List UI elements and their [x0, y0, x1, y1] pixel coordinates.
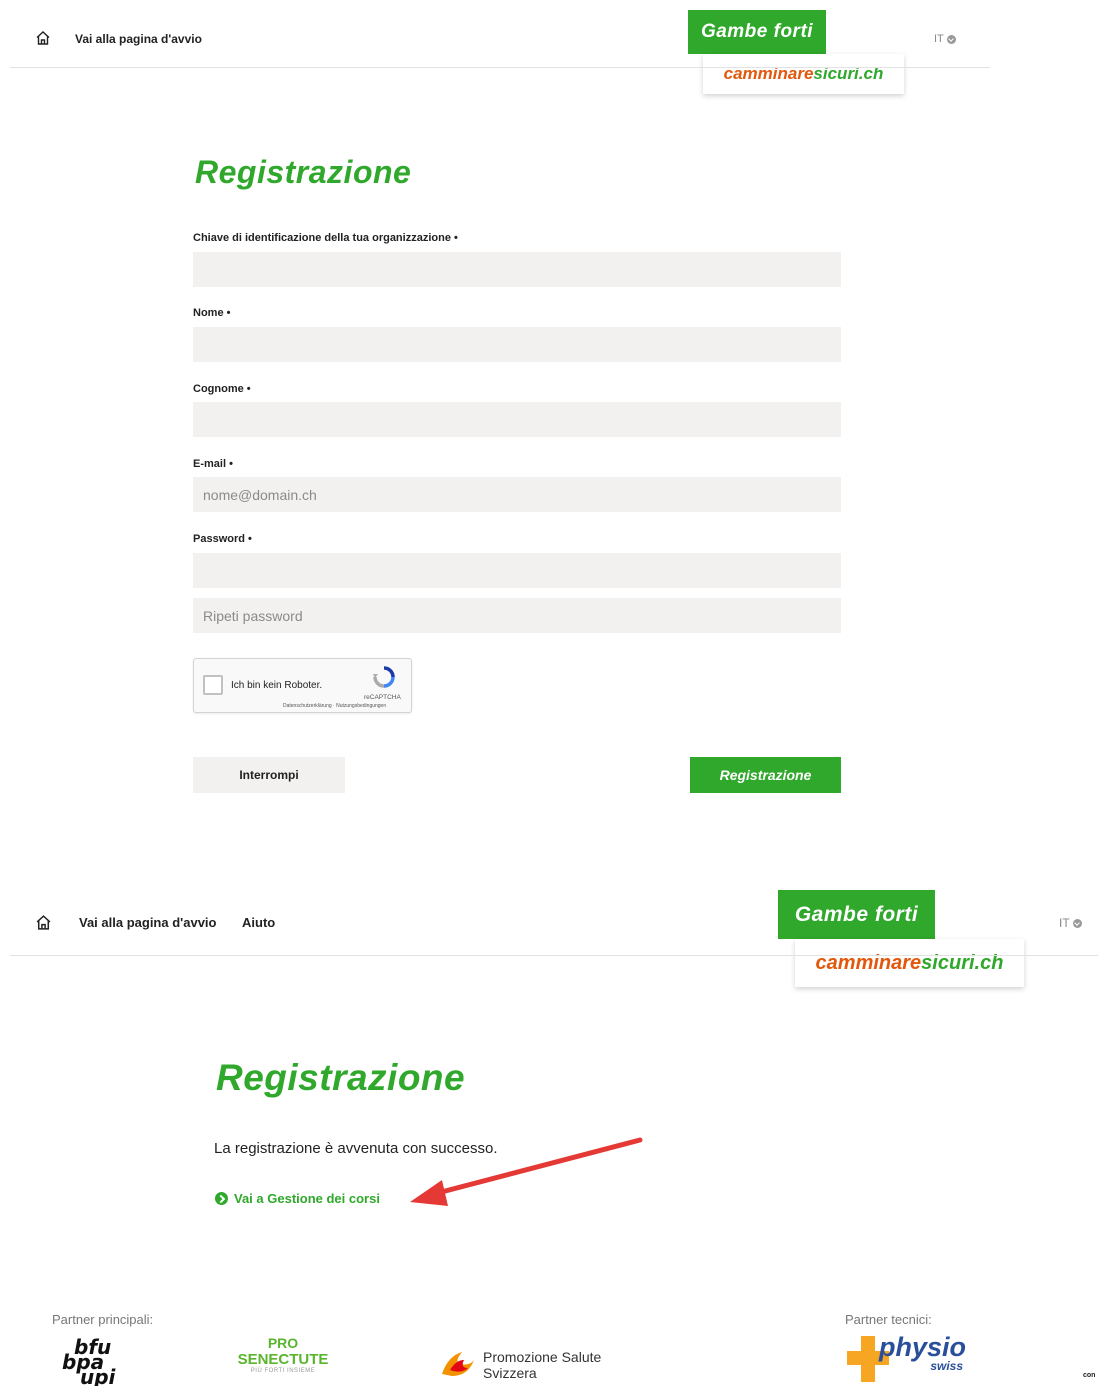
pro-senectute-line-2: SENECTUTE [237, 1351, 329, 1368]
annotation-arrow [410, 1137, 643, 1206]
promotion-logo-icon [440, 1348, 476, 1380]
pro-senectute-line-1: PRO [267, 1335, 299, 1351]
recaptcha-checkbox[interactable] [203, 675, 223, 695]
home-icon[interactable] [35, 914, 52, 931]
org-key-input[interactable] [193, 252, 841, 287]
password-input[interactable] [193, 553, 841, 588]
page-title: Registrazione [195, 154, 412, 190]
header-divider [10, 955, 1098, 956]
nav-home-link[interactable]: Vai alla pagina d'avvio [75, 32, 202, 46]
language-label: IT [1059, 916, 1070, 930]
logo-gambe-forti[interactable]: Gambe forti [688, 10, 826, 54]
recaptcha-terms[interactable]: Datenschutzerklärung · Nutzungsbedingung… [283, 703, 386, 709]
recaptcha-logo-icon [371, 665, 397, 689]
org-key-label: Chiave di identificazione della tua orga… [193, 232, 458, 244]
logo-camminare-sicuri[interactable]: camminare sicuri.ch [795, 939, 1024, 987]
surname-label: Cognome • [193, 383, 251, 395]
page-title: Registrazione [216, 1057, 466, 1098]
surname-input[interactable] [193, 402, 841, 437]
physio-line-1: physio [879, 1332, 967, 1362]
promotion-logo-text[interactable]: Promozione Salute Svizzera [483, 1349, 601, 1381]
recaptcha-widget: Ich bin kein Roboter. reCAPTCHA Datensch… [193, 658, 412, 713]
chevron-down-icon [1072, 918, 1082, 928]
recaptcha-label: Ich bin kein Roboter. [231, 680, 323, 691]
course-management-link-label: Vai a Gestione dei corsi [234, 1191, 380, 1206]
password-label: Password • [193, 533, 252, 545]
nav-help-link[interactable]: Aiuto [242, 915, 275, 930]
recaptcha-brand: reCAPTCHA [364, 694, 401, 701]
physio-logo-text[interactable]: physio swiss [879, 1333, 966, 1373]
promotion-line-2: Svizzera [483, 1365, 537, 1381]
bfu-logo[interactable]: bfu bpa upi [62, 1337, 115, 1386]
logo-camminare-sicuri[interactable]: camminare sicuri.ch [703, 54, 904, 94]
email-input[interactable] [193, 477, 841, 512]
edge-text: con [1083, 1372, 1096, 1379]
email-label: E-mail • [193, 458, 233, 470]
language-label: IT [934, 33, 944, 45]
chevron-down-icon [946, 34, 956, 44]
cancel-button[interactable]: Interrompi [193, 757, 345, 793]
promotion-line-1: Promozione Salute [483, 1349, 602, 1365]
header-divider [10, 67, 990, 68]
name-input[interactable] [193, 327, 841, 362]
repeat-password-input[interactable] [193, 598, 841, 633]
main-partners-label: Partner principali: [52, 1312, 154, 1327]
register-button[interactable]: Registrazione [690, 757, 841, 793]
nav-home-link[interactable]: Vai alla pagina d'avvio [79, 915, 216, 930]
home-icon[interactable] [35, 30, 51, 46]
name-label: Nome • [193, 307, 231, 319]
language-selector[interactable]: IT [934, 33, 956, 45]
pro-senectute-line-3: PIÙ FORTI INSIEME [250, 1368, 316, 1374]
arrow-right-circle-icon [215, 1192, 228, 1205]
language-selector[interactable]: IT [1059, 916, 1082, 930]
tech-partners-label: Partner tecnici: [845, 1312, 932, 1327]
pro-senectute-logo[interactable]: PRO SENECTUTE PIÙ FORTI INSIEME [236, 1335, 330, 1375]
course-management-link[interactable]: Vai a Gestione dei corsi [215, 1191, 380, 1206]
logo-gambe-forti[interactable]: Gambe forti [778, 890, 935, 939]
